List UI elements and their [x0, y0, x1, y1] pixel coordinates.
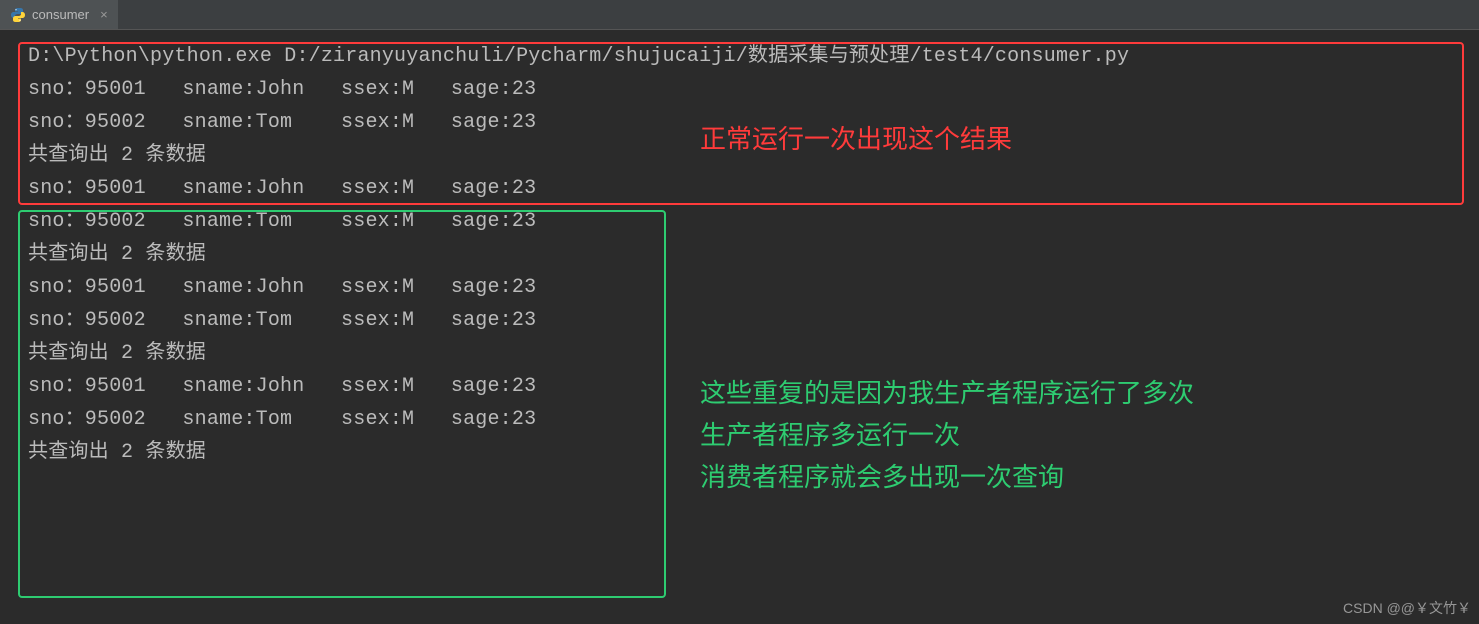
tab-consumer[interactable]: consumer × — [0, 0, 118, 29]
annotation-text-green: 这些重复的是因为我生产者程序运行了多次 生产者程序多运行一次 消费者程序就会多出… — [700, 372, 1194, 498]
console-line: sno：95001 sname:John ssex:M sage:23 — [0, 73, 1479, 106]
console-line: sno：95001 sname:John ssex:M sage:23 — [0, 172, 1479, 205]
console-line-cmd: D:\Python\python.exe D:/ziranyuyanchuli/… — [0, 40, 1479, 73]
python-icon — [10, 7, 26, 23]
console-line-summary: 共查询出 2 条数据 — [0, 238, 1479, 271]
watermark: CSDN @@￥文竹￥ — [1343, 598, 1471, 618]
tab-label: consumer — [32, 7, 89, 22]
tab-bar: consumer × — [0, 0, 1479, 30]
annotation-text-red: 正常运行一次出现这个结果 — [700, 118, 1012, 160]
console-line: sno：95002 sname:Tom ssex:M sage:23 — [0, 205, 1479, 238]
console-line: sno：95001 sname:John ssex:M sage:23 — [0, 271, 1479, 304]
console-line: sno：95002 sname:Tom ssex:M sage:23 — [0, 304, 1479, 337]
console-line-summary: 共查询出 2 条数据 — [0, 337, 1479, 370]
close-icon[interactable]: × — [100, 7, 108, 22]
